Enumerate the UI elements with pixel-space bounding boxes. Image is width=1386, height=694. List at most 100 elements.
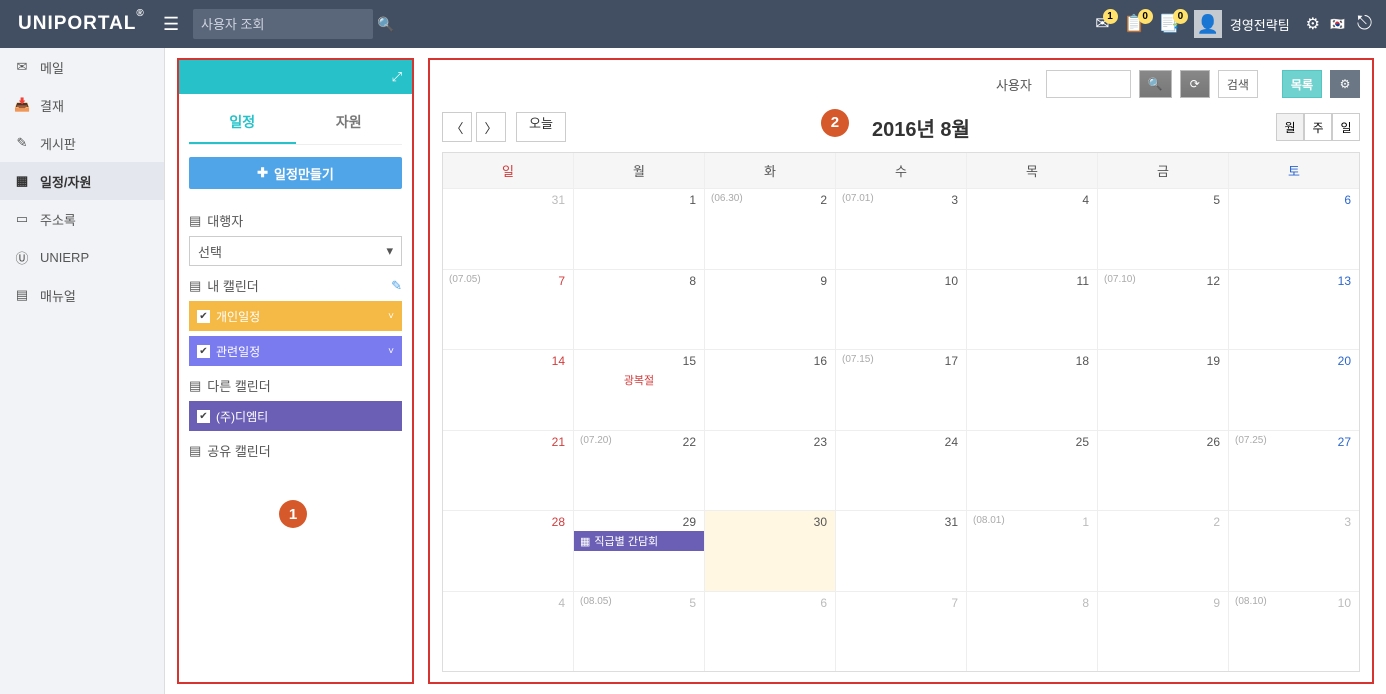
checkbox-icon[interactable]: ✔ [197,310,210,323]
settings-icon[interactable]: ⚙ [1306,14,1320,34]
calendar-event[interactable]: ▦ 직급별 간담회 [574,531,704,551]
calendar-day-cell[interactable]: 2(06.30) [705,189,836,269]
calendar-day-cell[interactable]: 21 [443,431,574,511]
chevron-down-icon[interactable]: ˅ [388,311,394,322]
header-approval-icon[interactable]: 📋0 [1124,14,1145,34]
checkbox-icon[interactable]: ✔ [197,345,210,358]
calendar-day-cell[interactable]: 10(08.10) [1229,592,1359,672]
calendar-day-cell[interactable]: 17(07.15) [836,350,967,430]
calendar-day-cell[interactable]: 20 [1229,350,1359,430]
calendar-grid: 일월화수목금토 3112(06.30)3(07.01)4567(07.05)89… [442,152,1360,672]
day-number: 17 [945,354,958,368]
next-month-button[interactable]: 〉 [476,112,506,142]
proxy-section: ▤대행자 선택 ▾ [189,211,402,266]
edit-calendar-icon[interactable]: ✎ [391,278,402,294]
calendar-day-cell[interactable]: 6 [1229,189,1359,269]
calendar-day-cell[interactable]: 8 [967,592,1098,672]
calendar-settings-button[interactable]: ⚙ [1330,70,1360,98]
calendar-day-cell[interactable]: 13 [1229,270,1359,350]
tab-resource[interactable]: 자원 [296,102,403,144]
nav-approval[interactable]: 📥결재 [0,86,164,124]
calendar-day-cell[interactable]: 8 [574,270,705,350]
header-mail-icon[interactable]: ✉1 [1095,14,1109,34]
calendar-day-cell[interactable]: 14 [443,350,574,430]
calendar-day-cell[interactable]: 19 [1098,350,1229,430]
clipboard-badge: 0 [1173,9,1188,24]
user-filter-input[interactable] [1046,70,1131,98]
cal-item-company[interactable]: ✔ (주)디엠티 [189,401,402,431]
prev-month-button[interactable]: 〈 [442,112,472,142]
checkbox-icon[interactable]: ✔ [197,410,210,423]
calendar-day-cell[interactable]: 5 [1098,189,1229,269]
calendar-day-cell[interactable]: 31 [443,189,574,269]
cal-item-related[interactable]: ✔ 관련일정 ˅ [189,336,402,366]
calendar-day-cell[interactable]: 16 [705,350,836,430]
view-week-button[interactable]: 주 [1304,113,1332,141]
nav-manual[interactable]: ▤매뉴얼 [0,276,164,314]
calendar-day-cell[interactable]: 22(07.20) [574,431,705,511]
view-month-button[interactable]: 월 [1276,113,1304,141]
header-clipboard-icon[interactable]: 📑0 [1159,14,1180,34]
create-schedule-button[interactable]: ✚ 일정만들기 [189,157,402,189]
calendar-day-cell[interactable]: 7(07.05) [443,270,574,350]
day-number: 6 [820,596,827,610]
calendar-week-row: 3112(06.30)3(07.01)456 [443,188,1359,269]
calendar-small-icon: ▤ [189,278,201,294]
calendar-day-cell[interactable]: 23 [705,431,836,511]
calendar-day-cell[interactable]: 10 [836,270,967,350]
nav-contacts[interactable]: ▭주소록 [0,200,164,238]
nav-unierp[interactable]: ⓊUNIERP [0,238,164,276]
user-search-box[interactable]: 🔍 [193,9,373,39]
cal-item-personal[interactable]: ✔ 개인일정 ˅ [189,301,402,331]
calendar-day-cell[interactable]: 11 [967,270,1098,350]
logout-icon[interactable]: ⎋ [1357,13,1372,35]
proxy-select[interactable]: 선택 ▾ [189,236,402,266]
calendar-day-cell[interactable]: 18 [967,350,1098,430]
day-number: 10 [945,274,958,288]
view-day-button[interactable]: 일 [1332,113,1360,141]
menu-toggle-icon[interactable]: ☰ [163,14,193,35]
search-icon[interactable]: 🔍 [377,16,394,33]
calendar-day-cell[interactable]: 30 [705,511,836,591]
calendar-day-cell[interactable]: 12(07.10) [1098,270,1229,350]
calendar-day-cell[interactable]: 27(07.25) [1229,431,1359,511]
calendar-day-cell[interactable]: 3 [1229,511,1359,591]
calendar-day-cell[interactable]: 1(08.01) [967,511,1098,591]
chevron-down-icon[interactable]: ˅ [388,346,394,357]
calendar-day-cell[interactable]: 3(07.01) [836,189,967,269]
list-view-button[interactable]: 목록 [1282,70,1322,98]
calendar-day-cell[interactable]: 24 [836,431,967,511]
nav-board[interactable]: ✎게시판 [0,124,164,162]
main-area: ✉메일 📥결재 ✎게시판 ▦일정/자원 ▭주소록 ⓊUNIERP ▤매뉴얼 ⤢ … [0,48,1386,694]
calendar-day-cell[interactable]: 9 [1098,592,1229,672]
calendar-day-cell[interactable]: 28 [443,511,574,591]
search-button[interactable]: 검색 [1218,70,1258,98]
calendar-day-cell[interactable]: 15광복절 [574,350,705,430]
calendar-day-cell[interactable]: 2 [1098,511,1229,591]
locale-flag-icon[interactable]: 🇰🇷 [1330,17,1345,31]
user-search-input[interactable] [201,17,377,32]
calendar-day-cell[interactable]: 31 [836,511,967,591]
day-number: 24 [945,435,958,449]
day-number: 14 [552,354,565,368]
user-search-button[interactable]: 🔍 [1139,70,1172,98]
calendar-day-cell[interactable]: 4 [967,189,1098,269]
today-button[interactable]: 오늘 [516,112,566,142]
calendar-day-cell[interactable]: 7 [836,592,967,672]
calendar-day-cell[interactable]: 25 [967,431,1098,511]
calendar-day-cell[interactable]: 29▦ 직급별 간담회 [574,511,705,591]
calendar-day-cell[interactable]: 6 [705,592,836,672]
calendar-week-row: 2122(07.20)23 24 252627(07.25) [443,430,1359,511]
collapse-icon[interactable]: ⤢ [392,69,402,85]
calendar-day-cell[interactable]: 4 [443,592,574,672]
nav-mail[interactable]: ✉메일 [0,48,164,86]
tab-schedule[interactable]: 일정 [189,102,296,144]
nav-schedule[interactable]: ▦일정/자원 [0,162,164,200]
calendar-day-cell[interactable]: 1 [574,189,705,269]
calendar-day-cell[interactable]: 9 [705,270,836,350]
avatar[interactable]: 👤 [1194,10,1222,38]
calendar-day-cell[interactable]: 5(08.05) [574,592,705,672]
user-refresh-button[interactable]: ⟳ [1180,70,1210,98]
calendar-day-cell[interactable]: 26 [1098,431,1229,511]
calendar-week-row: 14 15광복절1617(07.15)181920 [443,349,1359,430]
